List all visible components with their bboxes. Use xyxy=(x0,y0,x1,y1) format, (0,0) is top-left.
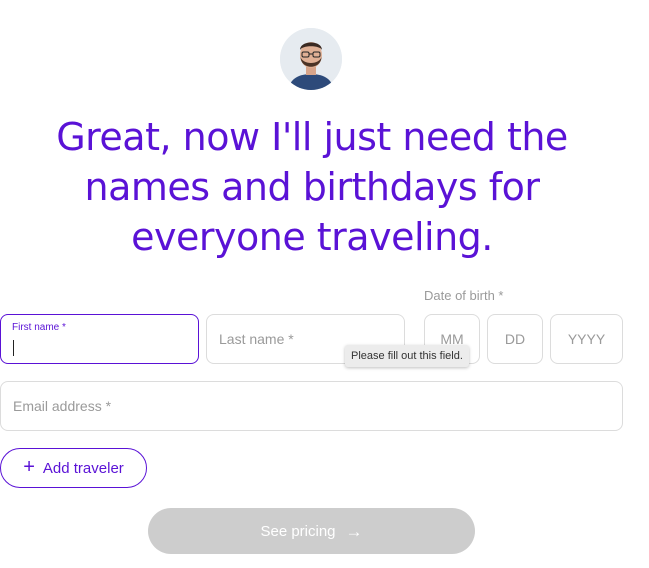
first-name-label: First name * xyxy=(12,322,66,333)
see-pricing-label: See pricing xyxy=(260,522,336,540)
dob-year-placeholder: YYYY xyxy=(567,331,606,347)
headline-line-2: names and birthdays for xyxy=(84,165,540,209)
dob-year-field[interactable]: YYYY xyxy=(550,314,623,364)
email-field[interactable]: Email address * xyxy=(0,381,623,431)
email-placeholder: Email address * xyxy=(13,398,112,414)
page-headline: Great, now I'll just need the names and … xyxy=(0,112,624,262)
dob-day-field[interactable]: DD xyxy=(487,314,543,364)
headline-line-1: Great, now I'll just need the xyxy=(56,115,568,159)
add-traveler-label: Add traveler xyxy=(42,459,124,477)
arrow-right-icon: → xyxy=(345,521,363,541)
add-traveler-button[interactable]: + Add traveler xyxy=(0,448,147,488)
plus-icon: + xyxy=(23,456,35,478)
agent-avatar xyxy=(280,28,342,90)
dob-day-placeholder: DD xyxy=(504,331,526,347)
headline-line-3: everyone traveling. xyxy=(131,215,493,259)
traveler-details-page: Great, now I'll just need the names and … xyxy=(0,0,649,568)
last-name-placeholder: Last name * xyxy=(219,331,294,347)
date-of-birth-label: Date of birth * xyxy=(424,288,504,303)
see-pricing-button[interactable]: See pricing → xyxy=(148,508,475,554)
validation-tooltip: Please fill out this field. xyxy=(345,345,469,367)
text-caret xyxy=(13,340,14,356)
first-name-field[interactable]: First name * xyxy=(0,314,199,364)
